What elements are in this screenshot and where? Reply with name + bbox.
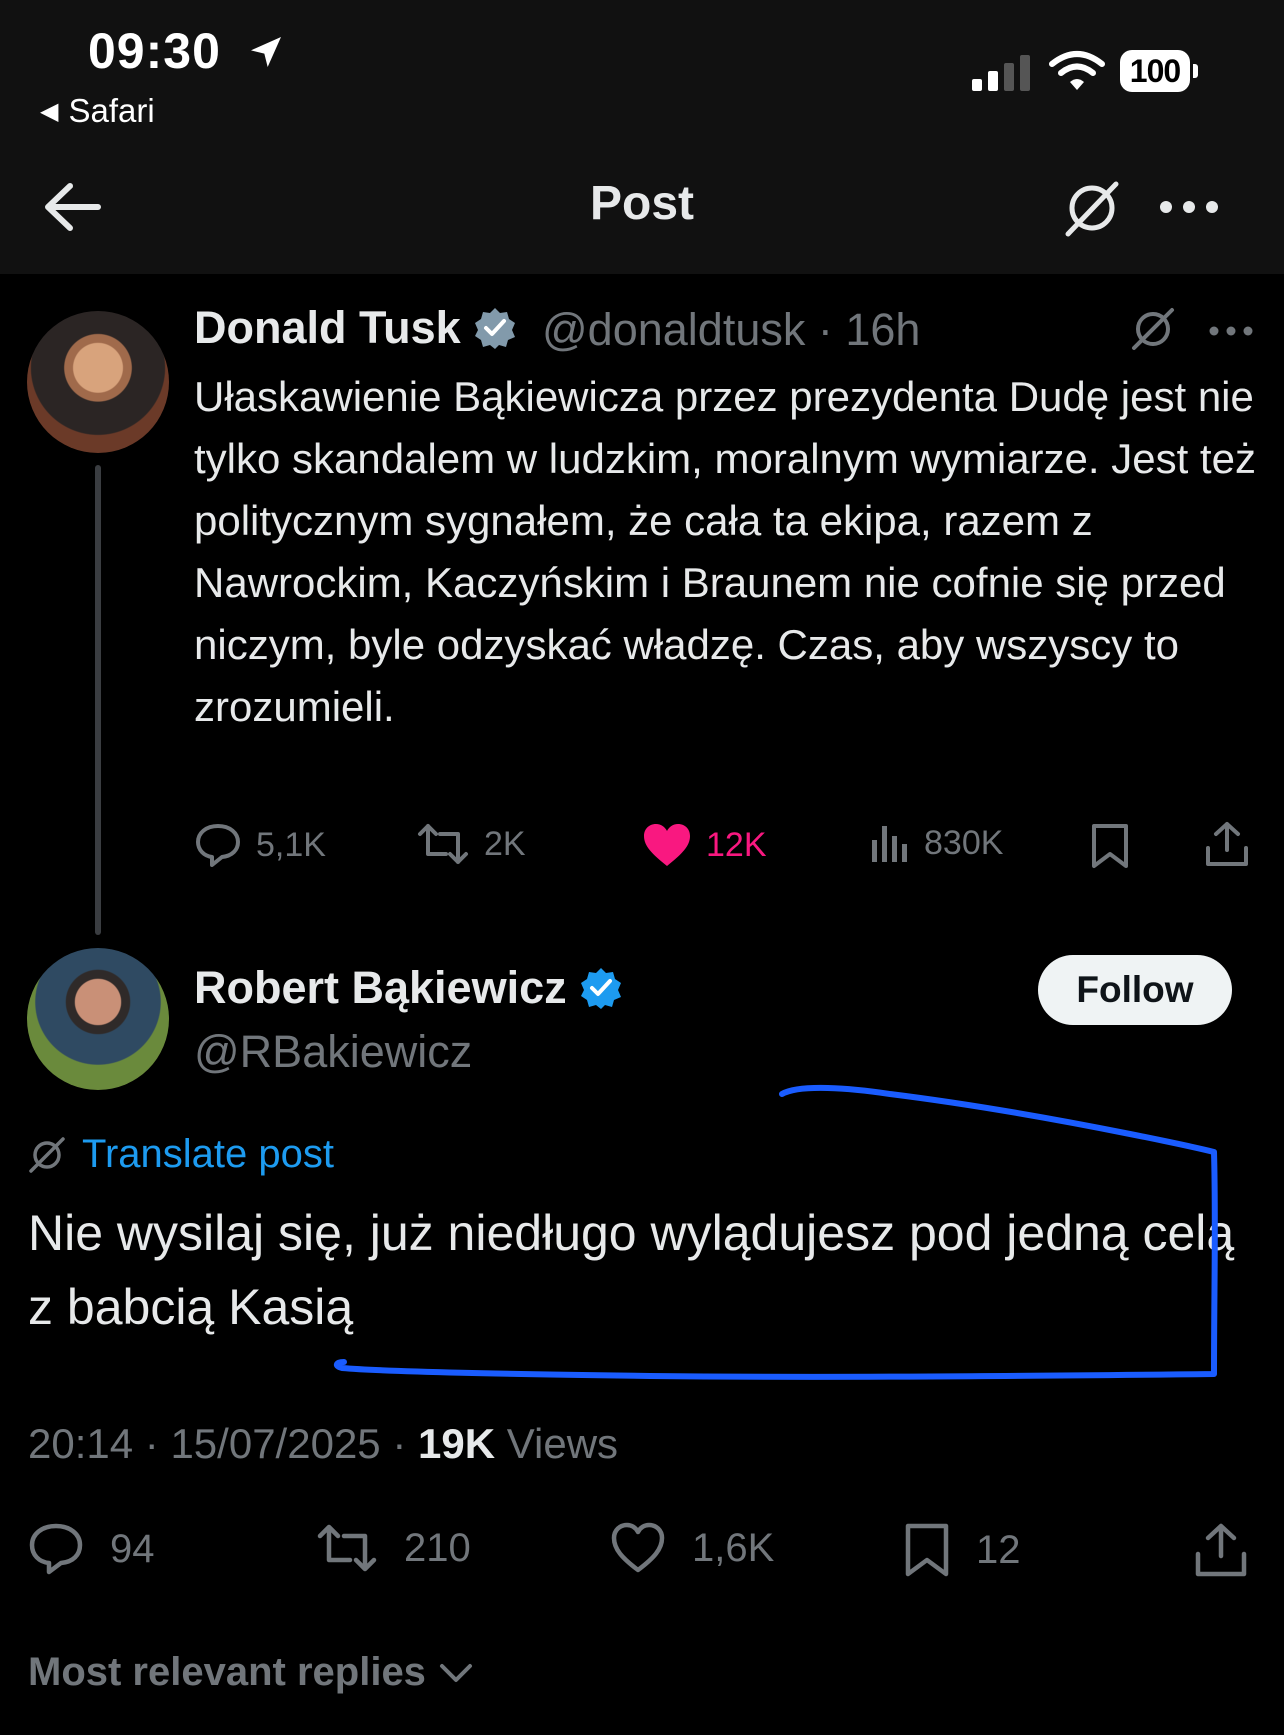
- repost-button[interactable]: 2K: [416, 822, 526, 866]
- repost-icon: [418, 824, 468, 864]
- post-time: 20:14: [28, 1420, 134, 1467]
- views-count: 830K: [924, 823, 1004, 862]
- wifi-icon: [1049, 51, 1105, 90]
- like-count: 1,6K: [692, 1525, 775, 1570]
- parent-author[interactable]: Donald Tusk: [194, 302, 517, 354]
- reply-count: 94: [110, 1526, 155, 1571]
- follow-button[interactable]: Follow: [1038, 955, 1232, 1025]
- chevron-down-icon: [439, 1663, 472, 1682]
- grok-icon[interactable]: [1062, 178, 1122, 238]
- back-app-label: Safari: [68, 92, 155, 129]
- views-button[interactable]: 830K: [870, 822, 1003, 864]
- share-icon[interactable]: [1194, 1522, 1248, 1578]
- bookmark-button[interactable]: 12: [904, 1522, 1021, 1578]
- bookmark-icon[interactable]: [1090, 822, 1130, 870]
- reply-count: 5,1K: [256, 825, 326, 864]
- back-triangle-icon: ◀: [40, 97, 59, 125]
- post-date: 15/07/2025: [170, 1420, 381, 1467]
- post-views-count: 19K: [418, 1420, 496, 1467]
- bookmark-icon: [905, 1523, 949, 1577]
- bookmark-count: 12: [976, 1527, 1021, 1572]
- meta-separator: ·: [392, 1420, 407, 1467]
- more-options-icon[interactable]: [1158, 194, 1220, 220]
- location-arrow-icon: [251, 37, 281, 67]
- translate-label: Translate post: [82, 1132, 334, 1176]
- separator-dot: ·: [817, 304, 833, 355]
- avatar-robert-bakiewicz[interactable]: [27, 948, 169, 1090]
- reply-sort-dropdown[interactable]: Most relevant replies: [28, 1650, 476, 1695]
- post-more-icon[interactable]: [1208, 324, 1254, 338]
- post-meta: 20:14 · 15/07/2025 · 19K Views: [28, 1420, 618, 1468]
- avatar-donald-tusk[interactable]: [27, 311, 169, 453]
- status-time: 09:30: [88, 23, 221, 79]
- reply-button[interactable]: 5,1K: [194, 822, 326, 868]
- parent-handle-line: @donaldtusk · 16h: [542, 304, 920, 356]
- reply-icon: [196, 824, 240, 867]
- parent-handle[interactable]: @donaldtusk: [542, 304, 805, 355]
- thread-connector-line: [95, 465, 101, 935]
- verified-badge-icon: [580, 968, 621, 1009]
- like-button[interactable]: 12K: [642, 822, 767, 868]
- like-count: 12K: [706, 825, 767, 864]
- share-icon[interactable]: [1204, 820, 1250, 868]
- reply-icon: [29, 1523, 83, 1575]
- battery-indicator: 100: [1120, 50, 1200, 92]
- heart-filled-icon: [644, 824, 690, 866]
- repost-count: 210: [404, 1525, 471, 1570]
- heart-icon: [611, 1522, 665, 1573]
- repost-count: 2K: [484, 824, 526, 863]
- reply-sort-label: Most relevant replies: [28, 1650, 426, 1694]
- battery-nub: [1193, 64, 1198, 78]
- main-author-name: Robert Bąkiewicz: [194, 962, 567, 1013]
- parent-actions: 5,1K 2K 12K 830K: [194, 818, 1254, 878]
- main-post-text: Nie wysilaj się, już niedługo wylądujesz…: [28, 1205, 1235, 1335]
- repost-button[interactable]: 210: [316, 1522, 471, 1574]
- meta-separator: ·: [144, 1420, 159, 1467]
- translate-post-link[interactable]: Translate post: [28, 1132, 334, 1177]
- verified-badge-icon: [474, 308, 515, 349]
- parent-post-text: Ułaskawienie Bąkiewicza przez prezydenta…: [194, 373, 1256, 730]
- reply-button[interactable]: 94: [28, 1522, 155, 1576]
- grok-translate-icon: [29, 1136, 65, 1173]
- main-handle[interactable]: @RBakiewicz: [194, 1026, 472, 1078]
- repost-icon: [317, 1524, 377, 1572]
- views-chart-icon: [872, 826, 907, 862]
- cellular-signal-icon: [972, 55, 1030, 91]
- post-views-label: Views: [506, 1420, 619, 1467]
- like-button[interactable]: 1,6K: [610, 1522, 774, 1574]
- battery-level: 100: [1120, 50, 1190, 92]
- main-author[interactable]: Robert Bąkiewicz: [194, 962, 623, 1014]
- grok-icon[interactable]: [1130, 306, 1176, 352]
- back-to-safari[interactable]: ◀ Safari: [40, 92, 155, 130]
- parent-age: 16h: [845, 304, 921, 355]
- parent-author-name: Donald Tusk: [194, 302, 461, 353]
- main-actions: 94 210 1,6K 12: [28, 1518, 1258, 1588]
